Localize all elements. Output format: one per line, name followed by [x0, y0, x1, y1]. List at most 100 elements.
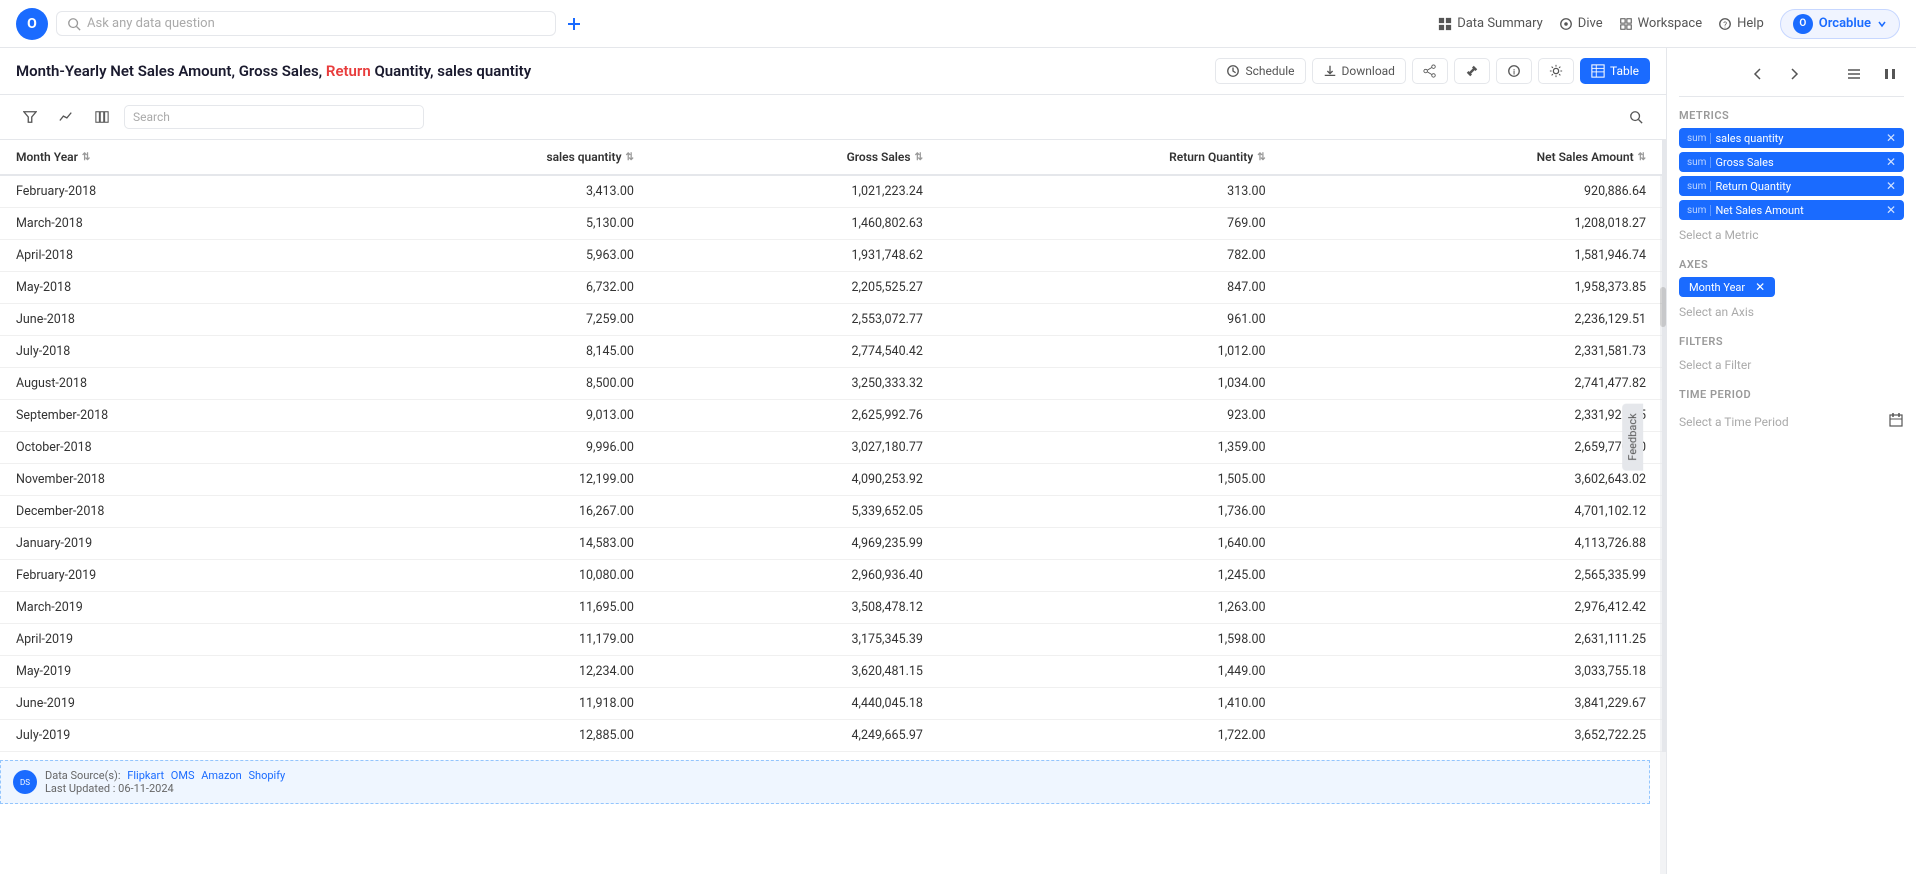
table-row: March-2019 11,695.00 3,508,478.12 1,263.…	[0, 592, 1664, 624]
table-search[interactable]: Search	[124, 105, 424, 129]
table-row: November-2018 12,199.00 4,090,253.92 1,5…	[0, 464, 1664, 496]
toolbar: Month-Yearly Net Sales Amount, Gross Sal…	[0, 48, 1666, 95]
cell-month-year: October-2018	[0, 432, 331, 464]
trend-button[interactable]	[52, 103, 80, 131]
remove-month-year[interactable]: ✕	[1755, 280, 1765, 294]
scrollbar[interactable]	[1660, 140, 1666, 874]
select-axis-placeholder[interactable]: Select an Axis	[1679, 301, 1904, 323]
sort-icon[interactable]: ⇅	[1257, 152, 1265, 163]
cell-sales-quantity: 11,695.00	[331, 592, 650, 624]
cell-net-sales-amount: 2,659,770.80	[1282, 432, 1664, 464]
pin-button[interactable]	[1454, 58, 1490, 84]
cell-month-year: November-2018	[0, 464, 331, 496]
feedback-tab[interactable]: Feedback	[1622, 403, 1643, 470]
cell-month-year: June-2018	[0, 304, 331, 336]
settings-button[interactable]	[1538, 58, 1574, 84]
cell-gross-sales: 1,931,748.62	[650, 240, 939, 272]
cell-gross-sales: 3,175,345.39	[650, 624, 939, 656]
add-button[interactable]	[564, 14, 584, 34]
metric-tag-return-quantity[interactable]: sum Return Quantity ✕	[1679, 176, 1904, 196]
right-sidebar: Metrics sum sales quantity ✕ sum Gross S…	[1666, 48, 1916, 874]
search-bar[interactable]: Ask any data question	[56, 11, 556, 36]
remove-sales-quantity[interactable]: ✕	[1886, 131, 1896, 145]
search-icon-btn[interactable]	[1622, 103, 1650, 131]
cell-net-sales-amount: 920,886.64	[1282, 175, 1664, 208]
cell-gross-sales: 4,249,665.97	[650, 720, 939, 752]
columns-button[interactable]	[88, 103, 116, 131]
select-time-period-placeholder[interactable]: Select a Time Period	[1679, 411, 1789, 433]
cell-sales-quantity: 5,963.00	[331, 240, 650, 272]
cell-net-sales-amount: 3,033,755.18	[1282, 656, 1664, 688]
data-table-wrapper[interactable]: Month Year ⇅ sales quantity ⇅	[0, 140, 1666, 874]
nav-workspace[interactable]: Workspace	[1619, 16, 1703, 31]
cell-net-sales-amount: 2,331,925.05	[1282, 400, 1664, 432]
cell-sales-quantity: 10,080.00	[331, 560, 650, 592]
calendar-icon[interactable]	[1888, 412, 1904, 432]
sort-icon[interactable]: ⇅	[915, 152, 923, 163]
cell-gross-sales: 1,460,802.63	[650, 208, 939, 240]
filter-button[interactable]	[16, 103, 44, 131]
download-button[interactable]: Download	[1312, 58, 1406, 84]
metric-tag-gross-sales[interactable]: sum Gross Sales ✕	[1679, 152, 1904, 172]
cell-month-year: July-2019	[0, 720, 331, 752]
cell-sales-quantity: 9,996.00	[331, 432, 650, 464]
nav-help[interactable]: ? Help	[1718, 16, 1764, 31]
table-row: January-2019 14,583.00 4,969,235.99 1,64…	[0, 528, 1664, 560]
sidebar-forward-button[interactable]	[1780, 60, 1808, 88]
sidebar-pause-button[interactable]	[1876, 60, 1904, 88]
remove-gross-sales[interactable]: ✕	[1886, 155, 1896, 169]
info-icon: i	[1507, 64, 1521, 78]
sidebar-back-button[interactable]	[1744, 60, 1772, 88]
cell-gross-sales: 4,969,235.99	[650, 528, 939, 560]
select-filter-placeholder[interactable]: Select a Filter	[1679, 354, 1904, 376]
cell-net-sales-amount: 1,581,946.74	[1282, 240, 1664, 272]
cell-sales-quantity: 16,267.00	[331, 496, 650, 528]
sort-icon[interactable]: ⇅	[82, 152, 90, 163]
table-button[interactable]: Table	[1580, 58, 1650, 84]
user-avatar: O	[1793, 14, 1813, 34]
cell-gross-sales: 4,090,253.92	[650, 464, 939, 496]
filters-section: Filters Select a Filter	[1679, 335, 1904, 376]
remove-net-sales[interactable]: ✕	[1886, 203, 1896, 217]
remove-return-quantity[interactable]: ✕	[1886, 179, 1896, 193]
cell-gross-sales: 3,620,481.15	[650, 656, 939, 688]
cell-net-sales-amount: 3,602,643.02	[1282, 464, 1664, 496]
info-button[interactable]: i	[1496, 58, 1532, 84]
sort-icon[interactable]: ⇅	[626, 152, 634, 163]
nav-right: Data Summary Dive Workspace ? Help O Orc…	[1438, 9, 1900, 39]
source-flipkart[interactable]: Flipkart	[127, 769, 164, 782]
time-period-section: Time Period Select a Time Period	[1679, 388, 1904, 433]
metric-tag-net-sales[interactable]: sum Net Sales Amount ✕	[1679, 200, 1904, 220]
cell-gross-sales: 3,508,478.12	[650, 592, 939, 624]
table-row: July-2018 8,145.00 2,774,540.42 1,012.00…	[0, 336, 1664, 368]
sort-icon[interactable]: ⇅	[1638, 152, 1646, 163]
table-header-row: Month Year ⇅ sales quantity ⇅	[0, 140, 1664, 175]
help-label: Help	[1737, 16, 1764, 31]
schedule-button[interactable]: Schedule	[1215, 58, 1305, 84]
share-button[interactable]	[1412, 58, 1448, 84]
footer-sources-line: Data Source(s): Flipkart OMS Amazon Shop…	[45, 769, 285, 782]
table-row: May-2018 6,732.00 2,205,525.27 847.00 1,…	[0, 272, 1664, 304]
sidebar-collapse-button[interactable]	[1840, 60, 1868, 88]
axis-label: Month Year	[1689, 281, 1745, 294]
select-metric-placeholder[interactable]: Select a Metric	[1679, 224, 1904, 246]
axis-tag-month-year[interactable]: Month Year ✕	[1679, 277, 1775, 297]
cell-return-quantity: 1,410.00	[939, 688, 1282, 720]
nav-data-summary[interactable]: Data Summary	[1438, 16, 1543, 31]
user-badge[interactable]: O Orcablue	[1780, 9, 1900, 39]
cell-return-quantity: 1,034.00	[939, 368, 1282, 400]
logo[interactable]: O	[16, 8, 48, 40]
cell-gross-sales: 4,440,045.18	[650, 688, 939, 720]
dive-label: Dive	[1578, 16, 1603, 31]
cell-month-year: May-2018	[0, 272, 331, 304]
source-amazon[interactable]: Amazon	[201, 769, 242, 782]
page-title: Month-Yearly Net Sales Amount, Gross Sal…	[16, 62, 1207, 80]
nav-dive[interactable]: Dive	[1559, 16, 1603, 31]
table-row: February-2018 3,413.00 1,021,223.24 313.…	[0, 175, 1664, 208]
source-oms[interactable]: OMS	[171, 769, 195, 782]
cell-sales-quantity: 6,732.00	[331, 272, 650, 304]
metric-tag-sales-quantity[interactable]: sum sales quantity ✕	[1679, 128, 1904, 148]
cell-gross-sales: 2,774,540.42	[650, 336, 939, 368]
metrics-list: sum sales quantity ✕ sum Gross Sales ✕ s…	[1679, 128, 1904, 224]
source-shopify[interactable]: Shopify	[248, 769, 285, 782]
